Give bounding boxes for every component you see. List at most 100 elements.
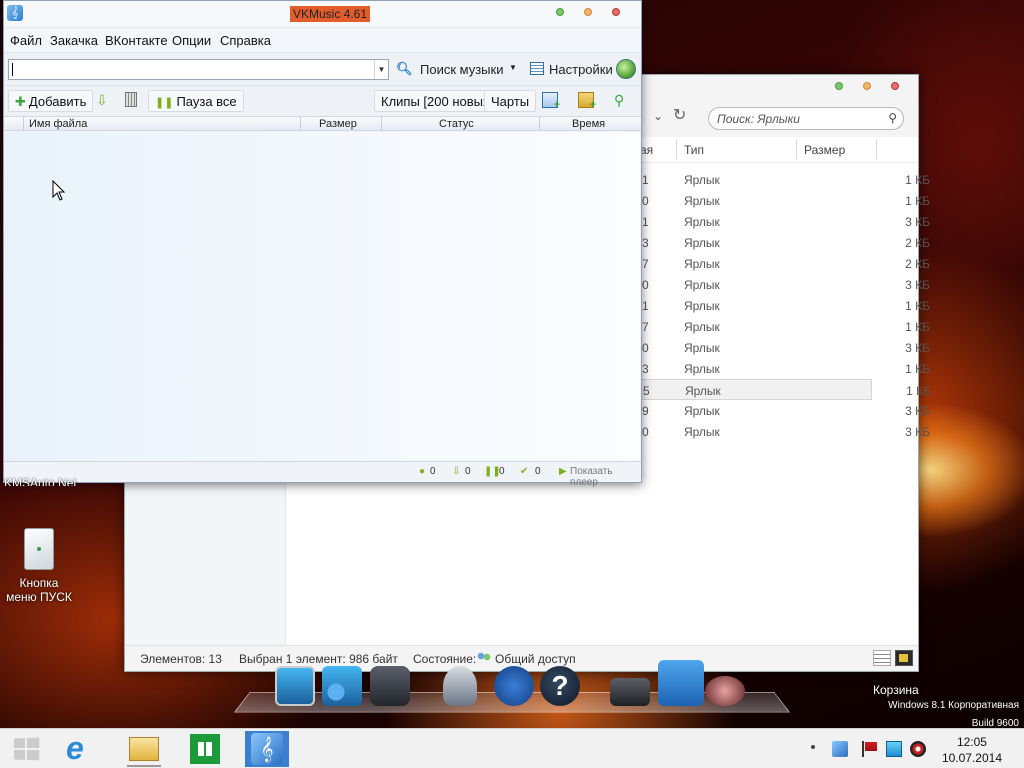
start-button[interactable]: [4, 731, 48, 767]
search-icon[interactable]: 🔍︎: [396, 61, 413, 77]
row-size: 1 КБ: [905, 362, 930, 376]
download-icon[interactable]: ⇩: [96, 92, 108, 109]
chevron-down-icon[interactable]: ▼: [509, 63, 517, 72]
shared-users-icon: [477, 652, 491, 664]
minimize-button[interactable]: [835, 82, 843, 90]
settings-button[interactable]: Настройки: [549, 62, 613, 77]
menu-download[interactable]: Закачка: [50, 33, 98, 48]
show-player-link[interactable]: Показать плеер: [570, 466, 641, 488]
start-menu-shortcut[interactable]: Кнопка меню ПУСК: [4, 528, 74, 604]
treble-clef-icon[interactable]: 𝄞: [7, 5, 23, 21]
vkmusic-titlebar[interactable]: 𝄞 VKMusic 4.61: [4, 1, 641, 27]
add-button[interactable]: ✚ Добавить: [8, 90, 94, 112]
find-icon[interactable]: ⚲: [614, 92, 630, 108]
menu-file[interactable]: Файл: [10, 33, 42, 48]
network-monitor-icon[interactable]: [886, 741, 902, 757]
ladybug-icon[interactable]: [494, 666, 534, 706]
taskbar: e 𝄞 12:05 10.07.2014: [0, 728, 1024, 768]
pause-all-label: Пауза все: [176, 94, 237, 109]
menu-options[interactable]: Опции: [172, 33, 211, 48]
row-name-tail: 1: [642, 215, 649, 229]
row-size: 3 КБ: [905, 404, 930, 418]
shortcut-icon: [24, 528, 54, 570]
row-type: Ярлык: [684, 404, 720, 418]
network-icon[interactable]: [322, 666, 362, 706]
row-type: Ярлык: [684, 341, 720, 355]
column-header-size[interactable]: Размер: [804, 143, 845, 157]
globe-icon[interactable]: [616, 59, 636, 79]
action-center-flag-icon[interactable]: [862, 741, 878, 757]
volume-icon[interactable]: [910, 741, 926, 757]
column-divider[interactable]: [796, 139, 797, 159]
search-mode-select[interactable]: Поиск музыки: [420, 62, 503, 77]
maximize-button[interactable]: [584, 8, 592, 16]
large-icons-view-button[interactable]: [895, 650, 913, 666]
menu-help[interactable]: Справка: [220, 33, 271, 48]
clock-date: 10.07.2014: [941, 751, 1002, 765]
column-divider[interactable]: [300, 117, 301, 131]
column-divider[interactable]: [539, 117, 540, 131]
settings-icon[interactable]: [530, 62, 544, 75]
help-icon[interactable]: ?: [540, 666, 580, 706]
row-name-tail: 0: [642, 341, 649, 355]
row-type: Ярлык: [684, 425, 720, 439]
pause-all-button[interactable]: ❚❚ Пауза все: [148, 90, 244, 112]
chess-piece-icon[interactable]: [443, 666, 477, 706]
add-page-icon[interactable]: [542, 92, 560, 111]
show-hidden-icons[interactable]: [811, 745, 815, 749]
row-size: 1 КБ: [905, 320, 930, 334]
start-menu-shortcut-label: Кнопка меню ПУСК: [6, 576, 72, 604]
search-input[interactable]: ▼: [8, 59, 389, 80]
chevron-down-icon[interactable]: ▼: [374, 60, 388, 79]
row-name-tail: 7: [642, 257, 649, 271]
column-header-size[interactable]: Размер: [319, 118, 357, 130]
explorer-search-input[interactable]: Поиск: Ярлыки ⚲: [708, 107, 904, 130]
recycle-bin-label[interactable]: Корзина: [873, 683, 919, 697]
column-header-status[interactable]: Статус: [439, 118, 474, 130]
trash-icon[interactable]: [125, 92, 137, 107]
add-folder-icon[interactable]: [578, 92, 596, 111]
close-button[interactable]: [612, 8, 620, 16]
row-type: Ярлык: [684, 362, 720, 376]
menu-bar: Файл Закачка ВКонтакте Опции Справка: [4, 27, 641, 52]
row-name-tail: 9: [642, 404, 649, 418]
column-divider[interactable]: [676, 139, 677, 159]
minimize-button[interactable]: [556, 8, 564, 16]
maximize-button[interactable]: [863, 82, 871, 90]
monitor-icon[interactable]: [275, 666, 315, 706]
row-name-tail: 0: [642, 278, 649, 292]
column-header-time[interactable]: Время: [572, 118, 605, 130]
column-header-type[interactable]: Тип: [684, 143, 704, 157]
download-list[interactable]: [5, 132, 640, 462]
row-name-tail: 1: [642, 299, 649, 313]
column-divider[interactable]: [876, 139, 877, 159]
taskbar-vkmusic[interactable]: 𝄞: [245, 731, 289, 767]
system-clock[interactable]: 12:05 10.07.2014: [942, 734, 1002, 766]
search-icon[interactable]: ⚲: [888, 111, 897, 125]
vkmusic-tray-icon[interactable]: [832, 741, 848, 757]
clock-icon[interactable]: [370, 666, 410, 706]
column-divider[interactable]: [381, 117, 382, 131]
taskbar-file-explorer[interactable]: [121, 731, 165, 767]
close-button[interactable]: [891, 82, 899, 90]
taskbar-store[interactable]: [183, 731, 227, 767]
menu-vkontakte[interactable]: ВКонтакте: [105, 33, 168, 48]
column-header-filename[interactable]: Имя файла: [29, 118, 87, 130]
disc-icon[interactable]: [705, 676, 745, 706]
column-divider[interactable]: [23, 117, 24, 131]
charts-button[interactable]: Чарты: [484, 90, 537, 112]
row-type: Ярлык: [684, 173, 720, 187]
details-view-button[interactable]: [873, 650, 891, 666]
clips-button[interactable]: Клипы [200 новых]: [374, 90, 501, 112]
row-size: 2 КБ: [905, 257, 930, 271]
hard-drive-icon[interactable]: [610, 678, 650, 706]
chevron-down-icon[interactable]: ⌄: [653, 109, 663, 123]
text-caret: [12, 63, 13, 76]
refresh-icon[interactable]: ↻: [673, 105, 686, 125]
taskbar-internet-explorer[interactable]: e: [60, 731, 104, 767]
state-value-wrap: Общий доступ: [477, 652, 576, 666]
desktop-shortcut-label-cut: KMSAuto Net: [4, 476, 77, 486]
play-icon[interactable]: ▶: [559, 466, 567, 477]
row-type: Ярлык: [684, 194, 720, 208]
folders-icon[interactable]: [658, 660, 704, 706]
